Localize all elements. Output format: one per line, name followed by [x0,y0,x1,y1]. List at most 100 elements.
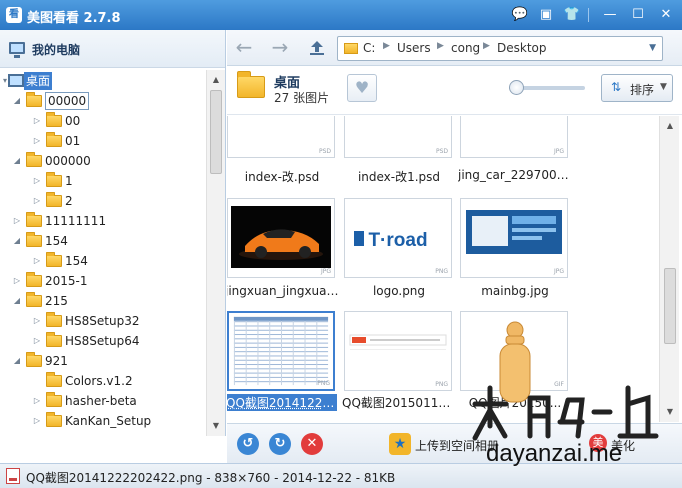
thumbnail[interactable]: JPG [227,198,335,278]
back-arrow-icon[interactable]: ← [231,35,257,61]
tree-item[interactable]: ◢ 215 [0,292,206,310]
forward-arrow-icon[interactable]: → [267,35,293,61]
expand-arrow-icon[interactable]: ▷ [32,252,42,270]
breadcrumb-chevron-icon[interactable]: ▶ [483,41,490,51]
rotate-left-button[interactable]: ↺ [237,433,259,455]
address-segment[interactable]: C: [363,41,375,55]
tree-item[interactable]: ▷ 01 [0,132,206,150]
slider-handle[interactable] [509,80,524,95]
thumbnail[interactable]: GIF [460,311,568,391]
thumbnail[interactable]: PSD [344,116,452,158]
folder-icon [46,412,62,427]
title-bar[interactable]: 看 美图看看 2.7.8 💬 ▣ 👕 — ☐ ✕ [0,0,682,30]
tree-item[interactable]: ◢ 921 [0,352,206,370]
logo-text: T·road [368,230,427,251]
folder-icon [46,192,62,207]
favorite-button[interactable]: ♥ [347,74,377,102]
expand-arrow-icon[interactable]: ▷ [32,412,42,430]
tree-item[interactable]: ▷ hasher-beta [0,392,206,410]
thumbnail[interactable]: PSD [227,116,335,158]
tree-item[interactable]: ▷ 1 [0,172,206,190]
tree-item[interactable]: ▷ 154 [0,252,206,270]
sidebar-scroll-thumb[interactable] [210,90,222,174]
scroll-down-icon[interactable]: ▼ [661,404,679,420]
chat-button[interactable]: 💬 [510,5,530,25]
beautify-button[interactable]: 美化 [611,437,635,454]
thumbnail-caption[interactable]: logo.png [342,284,456,298]
thumbnail[interactable]: PNG [344,311,452,391]
thumbnail-grid: PSD index-改.psd PSD index-改1.psd JPG jing_car… [227,116,659,422]
delete-button[interactable]: ✕ [301,433,323,455]
tree-item[interactable]: Colors.v1.2 [0,372,206,390]
collapse-arrow-icon[interactable]: ◢ [12,352,22,370]
tree-item[interactable]: ◢ 000000 [0,152,206,170]
thumbnail-caption[interactable]: index-改.psd [227,168,339,185]
grid-scroll-thumb[interactable] [664,268,676,344]
tree-item[interactable]: ◢ 00000 [0,92,206,110]
thumbnail-caption[interactable]: QQ图片20150... [458,394,572,411]
expand-arrow-icon[interactable]: ▷ [32,172,42,190]
tree-item[interactable]: ▷ 00 [0,112,206,130]
collapse-arrow-icon[interactable]: ◢ [12,292,22,310]
tree-item[interactable]: ◢ 154 [0,232,206,250]
scroll-up-icon[interactable]: ▲ [661,118,679,134]
collapse-arrow-icon[interactable]: ◢ [12,152,22,170]
tree-item[interactable]: ▷ 2 [0,192,206,210]
tree-item-label: HS8Setup32 [65,314,140,328]
folder-icon [26,352,42,367]
status-bar: QQ截图20141222202422.png - 838×760 - 2014-… [0,463,682,488]
beautify-icon[interactable]: 美 [589,434,607,452]
address-segment[interactable]: cong [451,41,480,55]
breadcrumb-chevron-icon[interactable]: ▶ [437,41,444,51]
thumbnail-caption[interactable]: QQ截图20141222... [227,394,337,411]
menu-button[interactable]: ▣ [536,5,556,25]
grid-scrollbar[interactable]: ▲ ▼ [659,116,679,422]
parent-folder-icon[interactable] [307,38,327,58]
sidebar-scrollbar[interactable]: ▲ ▼ [206,70,225,436]
expand-arrow-icon[interactable]: ▷ [32,312,42,330]
address-segment[interactable]: Users [397,41,431,55]
expand-arrow-icon[interactable]: ▷ [32,192,42,210]
thumbnail-caption[interactable]: jing_car_229700_... [458,168,572,182]
thumbnail-caption[interactable]: QQ截图20150117... [342,394,456,411]
thumbnail-caption[interactable]: index-改1.psd [342,168,456,185]
expand-arrow-icon[interactable]: ▷ [12,272,22,290]
tree-item[interactable]: ▷ KanKan_Setup [0,412,206,430]
upload-to-album-button[interactable]: 上传到空间相册 [415,437,499,454]
scroll-down-icon[interactable]: ▼ [207,418,225,434]
address-dropdown-icon[interactable]: ▼ [649,43,656,53]
address-bar[interactable]: C: ▶ Users ▶ cong ▶ Desktop ▼ [337,36,663,61]
skin-button[interactable]: 👕 [562,5,582,25]
expand-arrow-icon[interactable]: ▷ [32,392,42,410]
sort-button[interactable]: ⇅ 排序 ▼ [601,74,673,102]
maximize-button[interactable]: ☐ [628,5,648,25]
thumbnail-caption[interactable]: jingxuan_jingxuan... [227,284,339,298]
close-button[interactable]: ✕ [656,5,676,25]
collapse-arrow-icon[interactable]: ◢ [12,232,22,250]
expand-arrow-icon[interactable]: ▷ [12,212,22,230]
breadcrumb-chevron-icon[interactable]: ▶ [383,41,390,51]
thumbnail[interactable]: JPG [460,116,568,158]
thumbnail[interactable]: JPG [460,198,568,278]
tree-item[interactable]: ▾ 桌面 [0,72,206,90]
tree-item[interactable]: ▷ HS8Setup32 [0,312,206,330]
my-computer-row[interactable]: 我的电脑 [0,30,225,68]
tree-item[interactable]: ▷ HS8Setup64 [0,332,206,350]
address-segment[interactable]: Desktop [497,41,547,55]
rotate-right-button[interactable]: ↻ [269,433,291,455]
upload-star-icon[interactable]: ★ [389,433,411,455]
expand-arrow-icon[interactable]: ▷ [32,112,42,130]
maximize-icon: ☐ [632,7,644,22]
thumbnail[interactable]: T·road PNG [344,198,452,278]
scroll-up-icon[interactable]: ▲ [207,72,225,88]
folder-sidebar: 我的电脑 ▾ 桌面 ◢ 00000 ▷ 00 ▷ 01 ◢ 000000 ▷ 1 ▷ 2 ▷ 11111111… [0,30,226,436]
thumbnail-caption[interactable]: mainbg.jpg [458,284,572,298]
expand-arrow-icon[interactable]: ▷ [32,332,42,350]
thumbnail[interactable]: PNG [227,311,335,391]
thumbnail-image [229,116,333,156]
expand-arrow-icon[interactable]: ▷ [32,132,42,150]
collapse-arrow-icon[interactable]: ◢ [12,92,22,110]
tree-item[interactable]: ▷ 2015-1 [0,272,206,290]
minimize-button[interactable]: — [600,5,620,25]
tree-item[interactable]: ▷ 11111111 [0,212,206,230]
